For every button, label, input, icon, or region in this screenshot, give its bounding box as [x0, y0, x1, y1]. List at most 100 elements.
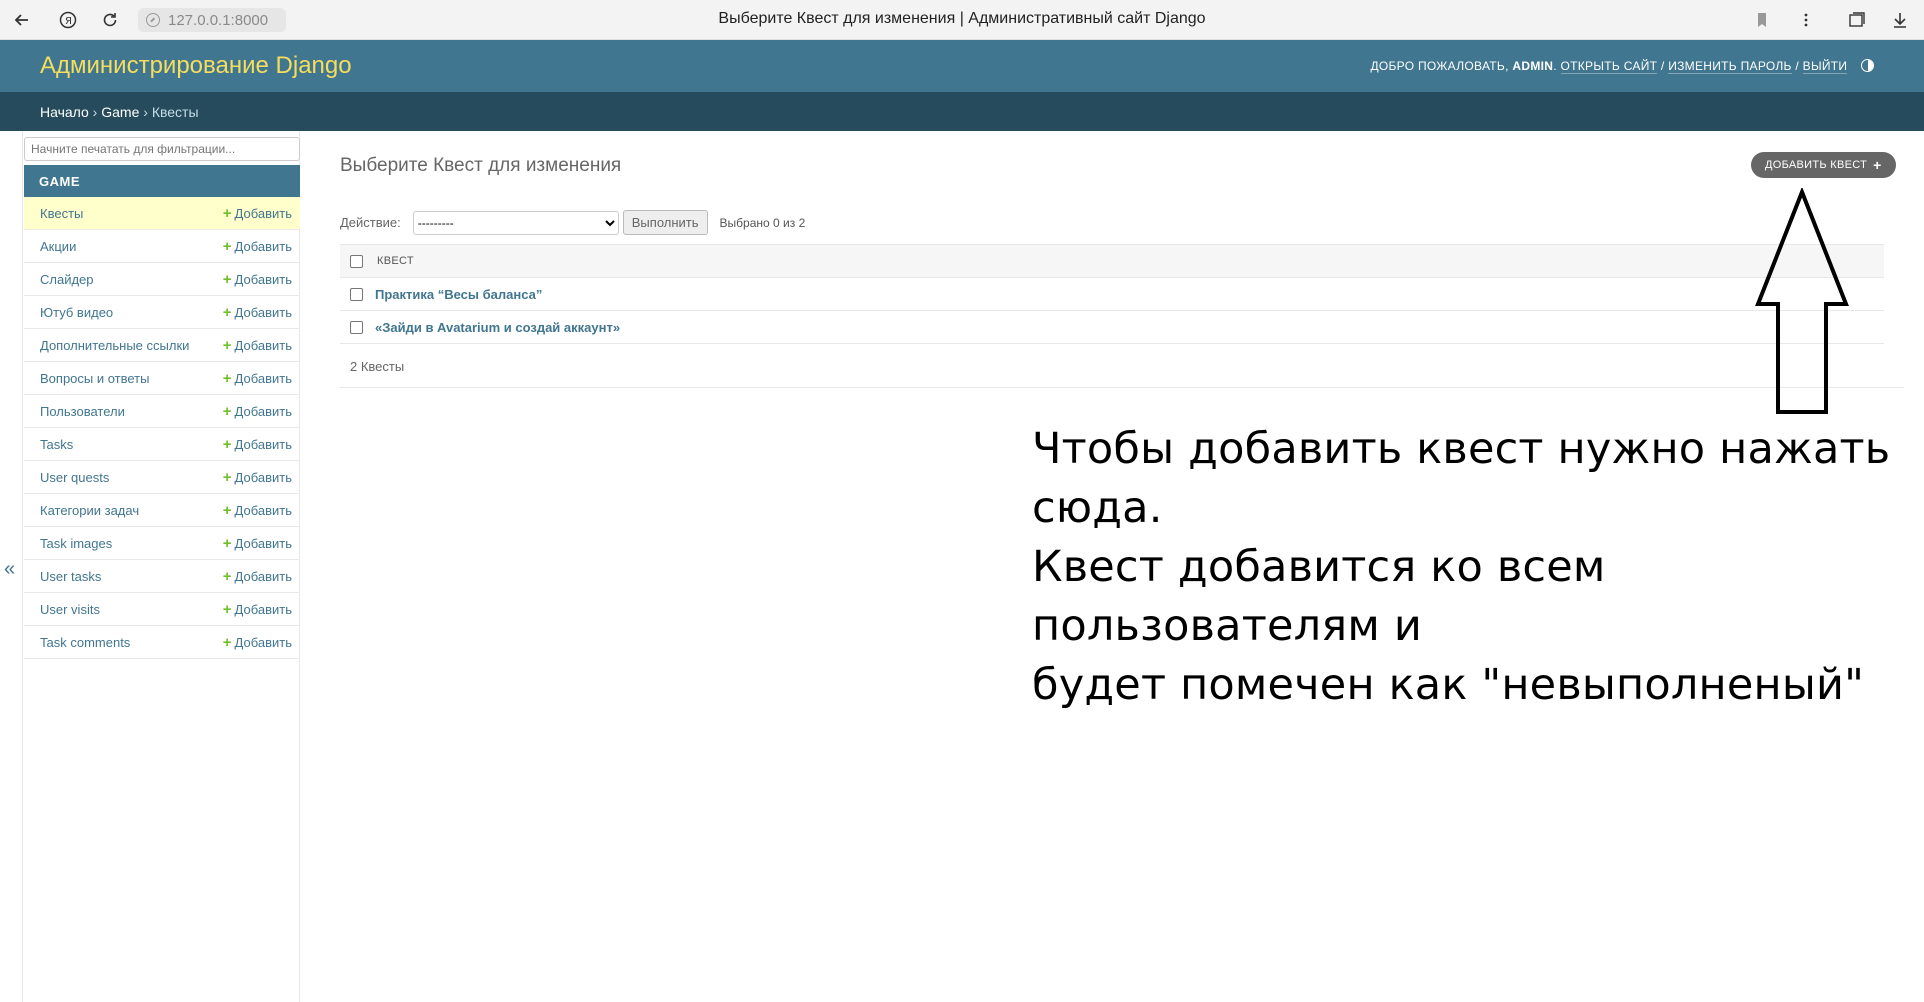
- logout-link[interactable]: Выйти: [1802, 59, 1848, 74]
- sidebar-add-label: Добавить: [234, 271, 292, 287]
- sidebar-item-label[interactable]: Task images: [40, 536, 112, 551]
- sidebar-add-link[interactable]: + Добавить: [223, 272, 292, 287]
- sidebar-item-label[interactable]: User visits: [40, 602, 100, 617]
- sidebar-add-label: Добавить: [234, 337, 292, 353]
- sidebar-add-link[interactable]: + Добавить: [223, 635, 292, 650]
- add-plus-icon: +: [222, 501, 232, 519]
- site-info-icon[interactable]: [146, 13, 160, 27]
- breadcrumb-current: Квесты: [151, 104, 199, 120]
- sidebar-item: Task comments + Добавить: [24, 626, 300, 659]
- sidebar-item-label[interactable]: Пользователи: [40, 404, 125, 419]
- app-caption-game[interactable]: Game: [24, 165, 300, 197]
- add-plus-icon: +: [222, 237, 232, 255]
- row-checkbox[interactable]: [350, 320, 363, 334]
- sidebar-item: Акции + Добавить: [24, 230, 300, 263]
- username: admin: [1512, 59, 1554, 73]
- address-bar[interactable]: 127.0.0.1:8000: [138, 8, 286, 32]
- sidebar-item-label[interactable]: Акции: [40, 239, 76, 254]
- breadcrumb-home[interactable]: Начало: [40, 104, 89, 120]
- sidebar-item-label[interactable]: User tasks: [40, 569, 101, 584]
- sidebar-item-label[interactable]: Ютуб видео: [40, 305, 113, 320]
- sidebar-add-link[interactable]: + Добавить: [223, 338, 292, 353]
- sidebar-collapse-toggle[interactable]: «: [4, 558, 15, 581]
- breadcrumb-separator: ›: [92, 104, 98, 120]
- sidebar-add-link[interactable]: + Добавить: [223, 503, 292, 518]
- quest-link[interactable]: Практика “Весы баланса”: [375, 287, 542, 302]
- sidebar-item-label[interactable]: User quests: [40, 470, 109, 485]
- sidebar-add-label: Добавить: [234, 403, 292, 419]
- breadcrumb-separator: ›: [143, 104, 148, 120]
- bookmark-icon[interactable]: [1748, 6, 1776, 34]
- add-quest-button[interactable]: Добавить Квест +: [1751, 152, 1896, 178]
- add-quest-label: Добавить Квест: [1765, 159, 1868, 171]
- add-plus-icon: +: [222, 270, 232, 288]
- svg-text:Я: Я: [65, 16, 72, 27]
- sidebar-item-label[interactable]: Tasks: [40, 437, 73, 452]
- reload-icon[interactable]: [96, 6, 124, 34]
- sidebar-item: User visits + Добавить: [24, 593, 300, 626]
- sidebar-add-link[interactable]: + Добавить: [223, 602, 292, 617]
- sidebar-item: Слайдер + Добавить: [24, 263, 300, 296]
- table-row: «Зайди в Avatarium и создай аккаунт»: [340, 311, 1884, 344]
- change-password-link[interactable]: Изменить пароль: [1668, 59, 1792, 74]
- sidebar-add-link[interactable]: + Добавить: [223, 206, 292, 221]
- site-branding[interactable]: Администрирование Django: [40, 52, 352, 80]
- run-action-button[interactable]: Выполнить: [622, 210, 708, 235]
- sidebar-add-link[interactable]: + Добавить: [223, 569, 292, 584]
- select-all-checkbox[interactable]: [350, 254, 363, 268]
- table-row: Практика “Весы баланса”: [340, 278, 1884, 311]
- sidebar-add-label: Добавить: [234, 568, 292, 584]
- sidebar-add-label: Добавить: [234, 205, 292, 221]
- annotation-arrow: [1755, 188, 1849, 414]
- sidebar-add-label: Добавить: [234, 436, 292, 452]
- column-header-quest[interactable]: Квест: [377, 255, 414, 267]
- sidebar-item: Категории задач + Добавить: [24, 494, 300, 527]
- breadcrumb-app[interactable]: Game: [101, 104, 139, 120]
- row-checkbox[interactable]: [350, 287, 363, 301]
- nav-filter-input[interactable]: [24, 137, 300, 161]
- sidebar-add-link[interactable]: + Добавить: [223, 371, 292, 386]
- theme-toggle-icon[interactable]: [1861, 59, 1874, 72]
- sidebar-add-label: Добавить: [234, 502, 292, 518]
- sidebar-item-label[interactable]: Task comments: [40, 635, 130, 650]
- annotation-text: Чтобы добавить квест нужно нажать сюда. …: [1032, 420, 1924, 715]
- sidebar-item-label[interactable]: Вопросы и ответы: [40, 371, 149, 386]
- selection-counter: Выбрано 0 из 2: [719, 215, 806, 230]
- page-title: Выберите Квест для изменения: [340, 155, 622, 176]
- add-plus-icon: +: [222, 633, 232, 651]
- sidebar-add-link[interactable]: + Добавить: [223, 437, 292, 452]
- add-plus-icon: +: [222, 534, 232, 552]
- add-plus-icon: +: [222, 369, 232, 387]
- sidebar-add-label: Добавить: [234, 469, 292, 485]
- sidebar-add-link[interactable]: + Добавить: [223, 536, 292, 551]
- paginator: 2 Квесты: [340, 346, 1904, 388]
- sidebar-item: Дополнительные ссылки + Добавить: [24, 329, 300, 362]
- sidebar-item-label[interactable]: Дополнительные ссылки: [40, 338, 189, 353]
- sidebar-add-link[interactable]: + Добавить: [223, 470, 292, 485]
- admin-header: Администрирование Django Добро пожаловат…: [0, 40, 1924, 92]
- sidebar-add-link[interactable]: + Добавить: [223, 404, 292, 419]
- sidebar-item: User quests + Добавить: [24, 461, 300, 494]
- sidebar-item-label[interactable]: Квесты: [40, 206, 83, 221]
- download-icon[interactable]: [1886, 6, 1914, 34]
- annotation-line: Квест добавится ко всем пользователям и: [1032, 542, 1606, 651]
- more-menu-icon[interactable]: [1792, 6, 1820, 34]
- add-plus-icon: +: [222, 567, 232, 585]
- view-site-link[interactable]: Открыть сайт: [1560, 59, 1658, 74]
- sidebar-add-link[interactable]: + Добавить: [223, 239, 292, 254]
- sidebar-add-link[interactable]: + Добавить: [223, 305, 292, 320]
- sidebar-item-label[interactable]: Категории задач: [40, 503, 139, 518]
- quest-link[interactable]: «Зайди в Avatarium и создай аккаунт»: [375, 320, 620, 335]
- annotation-line: Чтобы добавить квест нужно нажать сюда.: [1032, 424, 1891, 533]
- add-plus-icon: +: [222, 336, 232, 354]
- yandex-icon[interactable]: Я: [54, 6, 82, 34]
- sidebar-item-label[interactable]: Слайдер: [40, 272, 94, 287]
- add-plus-icon: +: [222, 303, 232, 321]
- add-plus-icon: +: [222, 600, 232, 618]
- action-select[interactable]: ---------: [412, 210, 619, 235]
- sidebar-add-label: Добавить: [234, 535, 292, 551]
- annotation-line: будет помечен как "невыполненый": [1032, 660, 1865, 710]
- table-header-row: Квест: [340, 244, 1884, 278]
- back-icon[interactable]: [8, 6, 36, 34]
- collections-icon[interactable]: [1843, 6, 1871, 34]
